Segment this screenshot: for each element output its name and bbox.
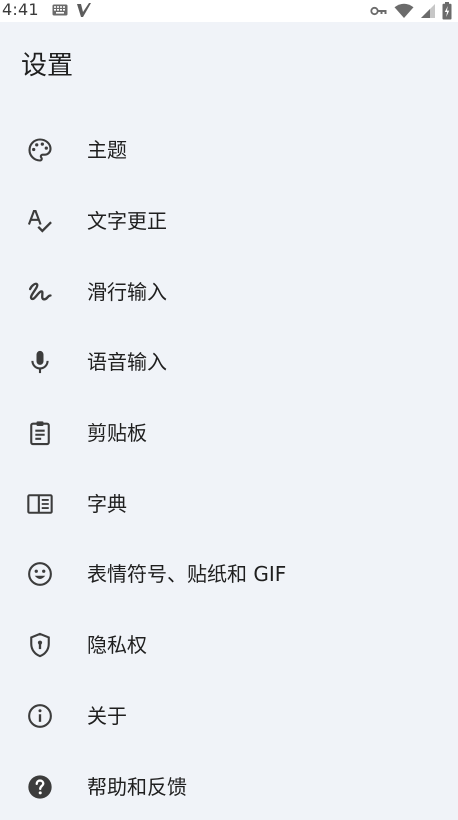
menu-item-label: 文字更正 [87, 209, 167, 234]
clipboard-icon [26, 419, 54, 447]
menu-item-help-feedback[interactable]: 帮助和反馈 [0, 751, 458, 820]
shield-icon [26, 631, 54, 659]
status-time: 4:41 [2, 0, 39, 19]
info-icon [26, 702, 54, 730]
menu-item-label: 隐私权 [87, 633, 147, 658]
menu-item-privacy[interactable]: 隐私权 [0, 610, 458, 681]
help-icon [26, 773, 54, 801]
menu-item-clipboard[interactable]: 剪贴板 [0, 398, 458, 469]
page-title: 设置 [21, 51, 74, 81]
status-bar: 4:41 [0, 0, 458, 22]
battery-icon [442, 2, 452, 20]
gesture-icon [26, 278, 54, 306]
dictionary-icon [26, 490, 54, 518]
microphone-icon [26, 348, 54, 376]
menu-item-dictionary[interactable]: 字典 [0, 468, 458, 539]
menu-item-text-correction[interactable]: 文字更正 [0, 186, 458, 257]
menu-item-label: 表情符号、贴纸和 GIF [87, 562, 287, 587]
menu-item-label: 语音输入 [87, 350, 167, 375]
status-left-icons [52, 2, 92, 18]
v-logo-icon [76, 2, 92, 18]
menu-item-label: 滑行输入 [87, 279, 167, 304]
emoji-icon [26, 560, 54, 588]
menu-item-emoji-stickers-gif[interactable]: 表情符号、贴纸和 GIF [0, 539, 458, 610]
spellcheck-icon [26, 207, 54, 235]
menu-item-label: 关于 [87, 703, 127, 728]
menu-item-voice-input[interactable]: 语音输入 [0, 327, 458, 398]
menu-item-glide-typing[interactable]: 滑行输入 [0, 256, 458, 327]
menu-item-label: 字典 [87, 491, 127, 516]
wifi-icon [394, 3, 414, 19]
settings-screen: 4:41 设置 主题 文字更正 滑行输入 语音输入 剪贴板 字典 表情符号、贴纸… [0, 0, 458, 820]
menu-item-label: 帮助和反馈 [87, 774, 187, 799]
menu-item-label: 剪贴板 [87, 421, 147, 446]
palette-icon [26, 136, 54, 164]
menu-item-label: 主题 [87, 138, 127, 163]
keyboard-icon [52, 4, 68, 16]
menu-item-about[interactable]: 关于 [0, 681, 458, 752]
status-right-icons [370, 2, 452, 20]
signal-icon [420, 3, 436, 19]
vpn-key-icon [370, 5, 388, 17]
menu-item-theme[interactable]: 主题 [0, 115, 458, 186]
settings-menu: 主题 文字更正 滑行输入 语音输入 剪贴板 字典 表情符号、贴纸和 GIF 隐私… [0, 115, 458, 820]
